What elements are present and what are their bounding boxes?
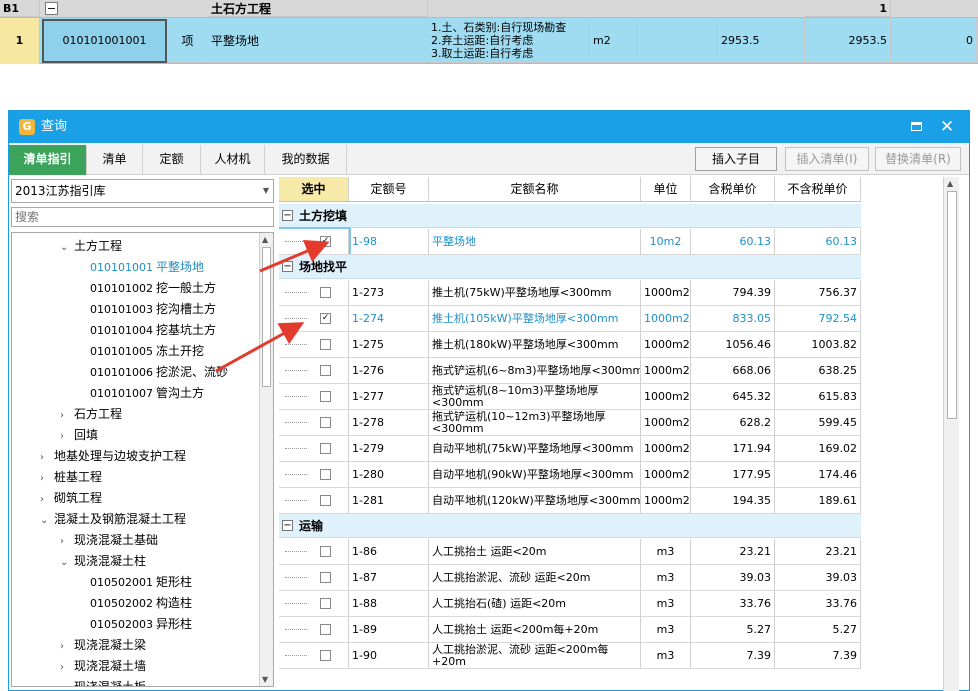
item-code-cell[interactable]: 010101001001 <box>42 19 167 63</box>
annotation-arrows <box>215 239 330 373</box>
section-qty: 1 <box>805 0 891 17</box>
row-index: 1 <box>0 18 40 64</box>
item-features: 1.土、石类别:自行现场勘查 2.弃土运距:自行考虑 3.取土运距:自行考虑 <box>428 18 590 63</box>
query-dialog: G 查询 ✕ 清单指引 清单 定额 人材机 我的数据 插入子目 插入清单(I) … <box>8 110 970 691</box>
item-last: 0 <box>891 18 977 63</box>
item-unit-type: 项 <box>168 18 208 63</box>
collapse-toggle[interactable]: − <box>45 2 58 15</box>
feature-line: 3.取土运距:自行考虑 <box>431 47 534 60</box>
item-unit: m2 <box>590 18 638 63</box>
arrow-to-row-1-274 <box>215 322 305 373</box>
section-code: B1 <box>0 0 40 17</box>
item-row[interactable]: 1 010101001001 项 平整场地 1.土、石类别:自行现场勘查 2.弃… <box>0 18 978 64</box>
item-empty-cell <box>638 18 718 63</box>
item-amount: 2953.5 <box>805 18 891 63</box>
item-qty: 2953.5 <box>718 18 805 63</box>
item-name: 平整场地 <box>208 18 428 63</box>
feature-line: 1.土、石类别:自行现场勘查 <box>431 21 567 34</box>
section-row[interactable]: B1 − 土石方工程 1 <box>0 0 978 18</box>
section-name: 土石方工程 <box>208 0 428 17</box>
background-sheet: B1 − 土石方工程 1 1 010101001001 项 平整场地 1.土、石… <box>0 0 978 110</box>
feature-line: 2.弃土运距:自行考虑 <box>431 34 534 47</box>
arrow-to-row-1-98 <box>259 239 330 273</box>
